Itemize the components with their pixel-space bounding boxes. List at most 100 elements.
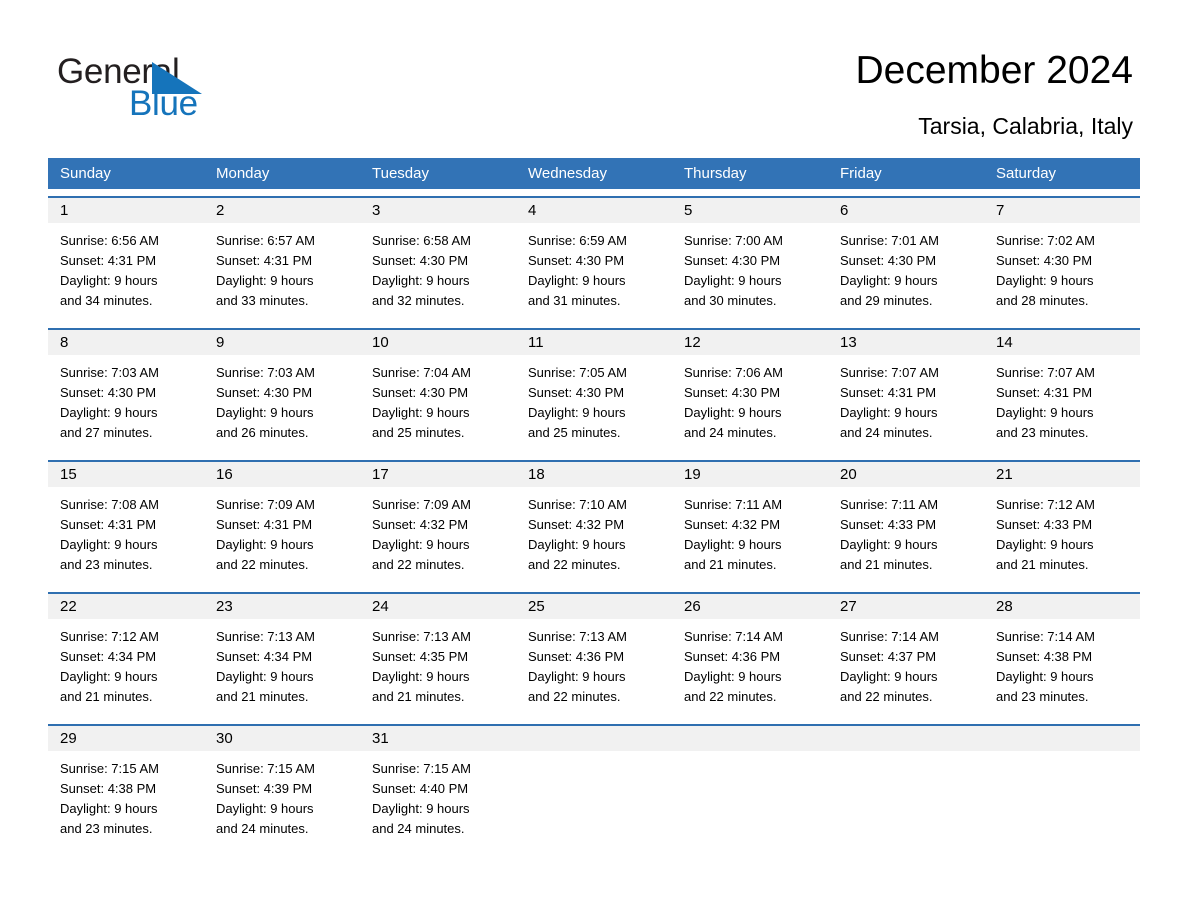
daylight-text-cont: and 21 minutes. [216, 689, 309, 704]
day-number[interactable]: 4 [516, 198, 672, 223]
day-number[interactable]: 16 [204, 462, 360, 487]
day-number[interactable]: 31 [360, 726, 516, 751]
day-cell[interactable]: Sunrise: 7:09 AM Sunset: 4:32 PM Dayligh… [360, 487, 516, 585]
day-number[interactable]: 17 [360, 462, 516, 487]
daylight-text-cont: and 25 minutes. [528, 425, 621, 440]
day-number[interactable]: 1 [48, 198, 204, 223]
sunset-text: Sunset: 4:32 PM [684, 517, 781, 532]
generalblue-logo[interactable]: General Blue [57, 52, 297, 128]
day-cell[interactable]: Sunrise: 7:13 AM Sunset: 4:35 PM Dayligh… [360, 619, 516, 717]
day-number[interactable]: 3 [360, 198, 516, 223]
day-number[interactable]: 21 [984, 462, 1140, 487]
day-number[interactable]: 6 [828, 198, 984, 223]
day-number[interactable]: 7 [984, 198, 1140, 223]
day-number[interactable]: 11 [516, 330, 672, 355]
day-cell[interactable]: Sunrise: 7:14 AM Sunset: 4:36 PM Dayligh… [672, 619, 828, 717]
sunset-text: Sunset: 4:30 PM [840, 253, 937, 268]
day-cell[interactable]: Sunrise: 7:07 AM Sunset: 4:31 PM Dayligh… [984, 355, 1140, 453]
daylight-text-cont: and 31 minutes. [528, 293, 621, 308]
day-cell[interactable]: Sunrise: 7:01 AM Sunset: 4:30 PM Dayligh… [828, 223, 984, 321]
week-detail-band: Sunrise: 7:08 AM Sunset: 4:31 PM Dayligh… [48, 487, 1140, 585]
sunset-text: Sunset: 4:38 PM [996, 649, 1093, 664]
day-number[interactable]: 25 [516, 594, 672, 619]
day-number[interactable]: 29 [48, 726, 204, 751]
day-cell[interactable]: Sunrise: 7:02 AM Sunset: 4:30 PM Dayligh… [984, 223, 1140, 321]
day-cell[interactable]: Sunrise: 6:59 AM Sunset: 4:30 PM Dayligh… [516, 223, 672, 321]
day-number[interactable]: 2 [204, 198, 360, 223]
sunset-text: Sunset: 4:30 PM [684, 385, 781, 400]
sunrise-text: Sunrise: 7:05 AM [528, 365, 627, 380]
day-number[interactable]: 24 [360, 594, 516, 619]
day-cell[interactable]: Sunrise: 7:03 AM Sunset: 4:30 PM Dayligh… [48, 355, 204, 453]
day-number[interactable]: 14 [984, 330, 1140, 355]
day-cell[interactable]: Sunrise: 7:08 AM Sunset: 4:31 PM Dayligh… [48, 487, 204, 585]
day-number[interactable]: 20 [828, 462, 984, 487]
daylight-text: Daylight: 9 hours [216, 801, 314, 816]
day-cell[interactable]: Sunrise: 7:15 AM Sunset: 4:40 PM Dayligh… [360, 751, 516, 849]
day-cell-empty [672, 751, 828, 849]
day-cell[interactable]: Sunrise: 7:15 AM Sunset: 4:39 PM Dayligh… [204, 751, 360, 849]
daylight-text: Daylight: 9 hours [840, 273, 938, 288]
day-number-empty [516, 726, 672, 751]
day-cell[interactable]: Sunrise: 7:04 AM Sunset: 4:30 PM Dayligh… [360, 355, 516, 453]
day-number[interactable]: 12 [672, 330, 828, 355]
week-date-band: 29 30 31 [48, 726, 1140, 751]
day-cell[interactable]: Sunrise: 7:13 AM Sunset: 4:34 PM Dayligh… [204, 619, 360, 717]
day-cell[interactable]: Sunrise: 7:07 AM Sunset: 4:31 PM Dayligh… [828, 355, 984, 453]
day-cell[interactable]: Sunrise: 7:11 AM Sunset: 4:33 PM Dayligh… [828, 487, 984, 585]
daylight-text: Daylight: 9 hours [840, 405, 938, 420]
day-number[interactable]: 10 [360, 330, 516, 355]
day-number[interactable]: 26 [672, 594, 828, 619]
sunset-text: Sunset: 4:30 PM [528, 253, 625, 268]
daylight-text: Daylight: 9 hours [60, 801, 158, 816]
day-number[interactable]: 22 [48, 594, 204, 619]
day-number[interactable]: 13 [828, 330, 984, 355]
day-number[interactable]: 15 [48, 462, 204, 487]
day-number[interactable]: 28 [984, 594, 1140, 619]
day-cell[interactable]: Sunrise: 7:12 AM Sunset: 4:34 PM Dayligh… [48, 619, 204, 717]
sunrise-text: Sunrise: 7:11 AM [684, 497, 783, 512]
sunset-text: Sunset: 4:31 PM [216, 253, 313, 268]
daylight-text-cont: and 23 minutes. [60, 821, 153, 836]
sunset-text: Sunset: 4:31 PM [216, 517, 313, 532]
day-cell[interactable]: Sunrise: 7:05 AM Sunset: 4:30 PM Dayligh… [516, 355, 672, 453]
day-cell[interactable]: Sunrise: 7:03 AM Sunset: 4:30 PM Dayligh… [204, 355, 360, 453]
day-number[interactable]: 27 [828, 594, 984, 619]
day-number[interactable]: 9 [204, 330, 360, 355]
day-cell[interactable]: Sunrise: 7:12 AM Sunset: 4:33 PM Dayligh… [984, 487, 1140, 585]
sunrise-text: Sunrise: 7:15 AM [60, 761, 159, 776]
sunrise-text: Sunrise: 7:12 AM [60, 629, 159, 644]
day-number[interactable]: 30 [204, 726, 360, 751]
day-cell[interactable]: Sunrise: 7:06 AM Sunset: 4:30 PM Dayligh… [672, 355, 828, 453]
day-cell[interactable]: Sunrise: 6:56 AM Sunset: 4:31 PM Dayligh… [48, 223, 204, 321]
day-cell[interactable]: Sunrise: 7:10 AM Sunset: 4:32 PM Dayligh… [516, 487, 672, 585]
day-cell[interactable]: Sunrise: 7:13 AM Sunset: 4:36 PM Dayligh… [516, 619, 672, 717]
day-number[interactable]: 23 [204, 594, 360, 619]
sunset-text: Sunset: 4:30 PM [372, 253, 469, 268]
sunrise-text: Sunrise: 7:15 AM [372, 761, 471, 776]
day-number[interactable]: 19 [672, 462, 828, 487]
day-cell[interactable]: Sunrise: 7:11 AM Sunset: 4:32 PM Dayligh… [672, 487, 828, 585]
daylight-text: Daylight: 9 hours [684, 669, 782, 684]
daylight-text: Daylight: 9 hours [528, 537, 626, 552]
daylight-text: Daylight: 9 hours [528, 405, 626, 420]
day-number[interactable]: 18 [516, 462, 672, 487]
day-cell[interactable]: Sunrise: 7:15 AM Sunset: 4:38 PM Dayligh… [48, 751, 204, 849]
day-cell[interactable]: Sunrise: 6:57 AM Sunset: 4:31 PM Dayligh… [204, 223, 360, 321]
week-detail-band: Sunrise: 7:12 AM Sunset: 4:34 PM Dayligh… [48, 619, 1140, 717]
day-number[interactable]: 5 [672, 198, 828, 223]
day-cell[interactable]: Sunrise: 7:14 AM Sunset: 4:37 PM Dayligh… [828, 619, 984, 717]
weekday-header-monday: Monday [216, 165, 270, 182]
daylight-text: Daylight: 9 hours [996, 405, 1094, 420]
week-date-band: 22 23 24 25 26 27 28 [48, 594, 1140, 619]
sunrise-text: Sunrise: 7:13 AM [216, 629, 315, 644]
daylight-text-cont: and 22 minutes. [684, 689, 777, 704]
day-cell[interactable]: Sunrise: 7:00 AM Sunset: 4:30 PM Dayligh… [672, 223, 828, 321]
day-cell[interactable]: Sunrise: 7:09 AM Sunset: 4:31 PM Dayligh… [204, 487, 360, 585]
calendar-page: General Blue December 2024 Tarsia, Calab… [0, 0, 1188, 918]
sunrise-text: Sunrise: 7:09 AM [372, 497, 471, 512]
sunset-text: Sunset: 4:33 PM [840, 517, 937, 532]
day-cell[interactable]: Sunrise: 6:58 AM Sunset: 4:30 PM Dayligh… [360, 223, 516, 321]
day-number[interactable]: 8 [48, 330, 204, 355]
day-cell[interactable]: Sunrise: 7:14 AM Sunset: 4:38 PM Dayligh… [984, 619, 1140, 717]
